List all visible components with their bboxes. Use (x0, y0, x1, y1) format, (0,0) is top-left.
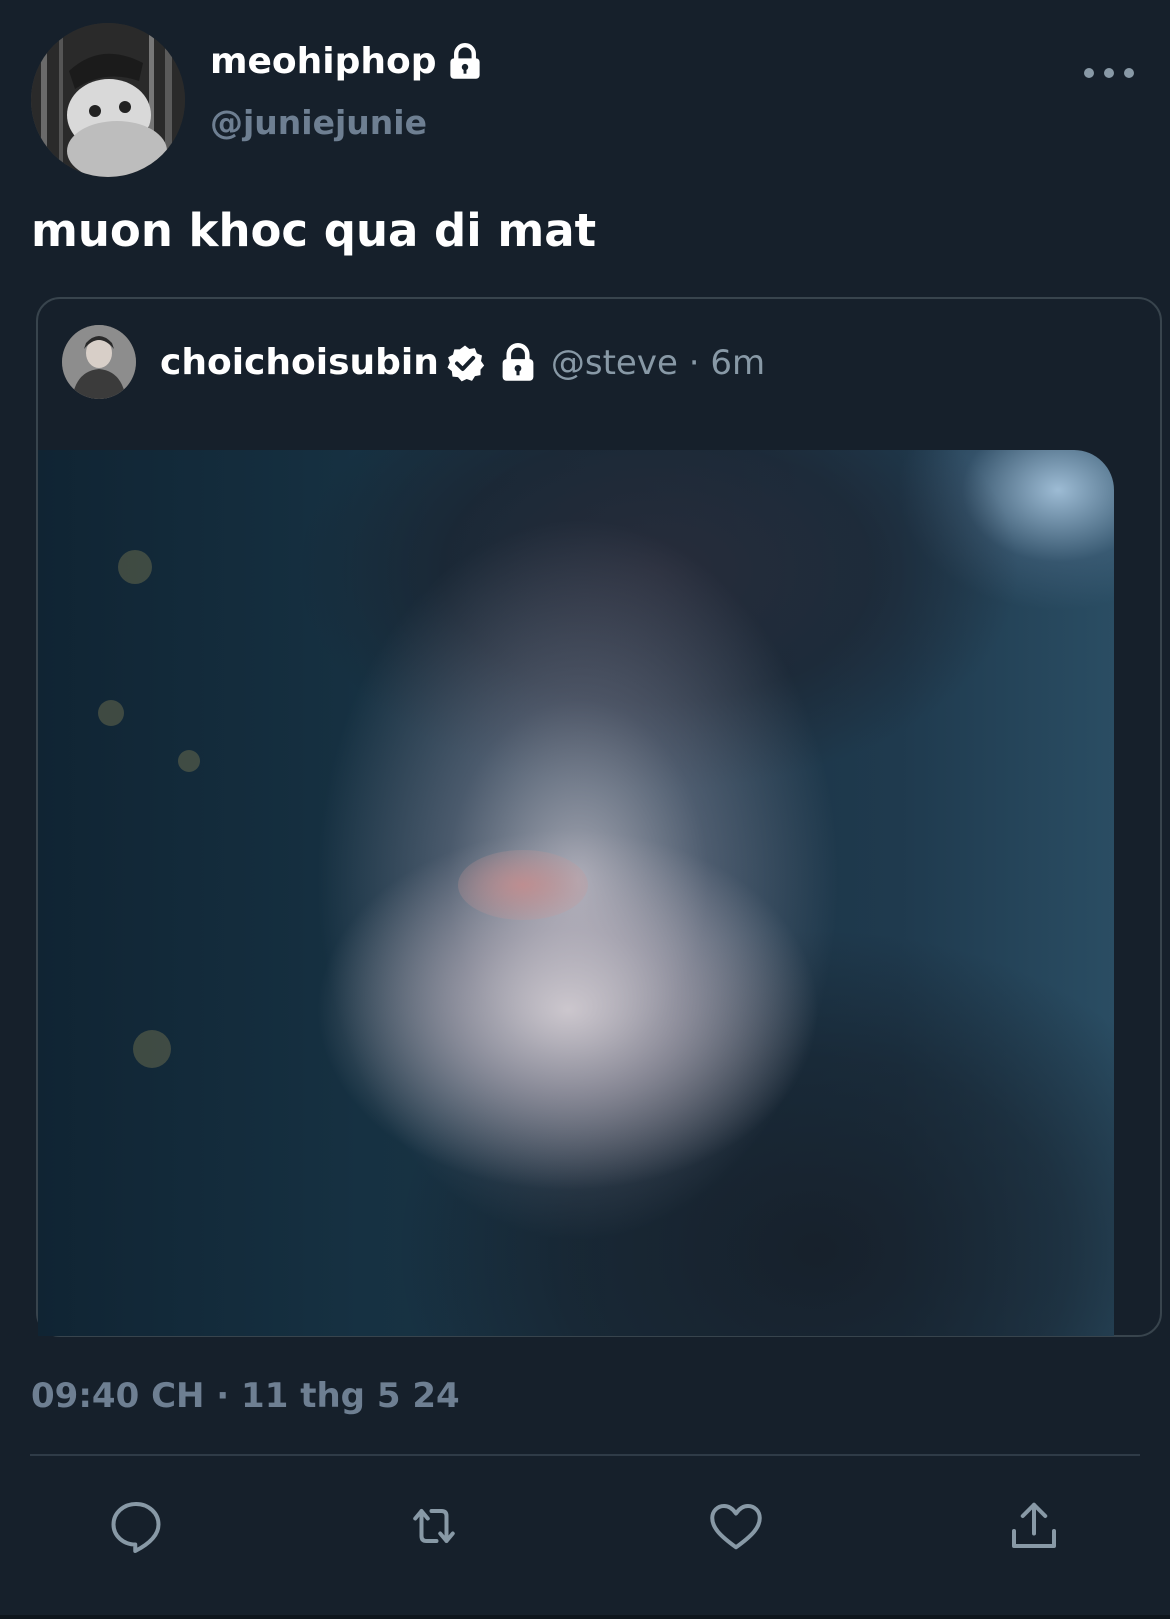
retweet-button[interactable] (404, 1496, 464, 1556)
like-icon (710, 1504, 762, 1550)
cat-avatar-image (31, 23, 185, 177)
quoted-tweet-photo[interactable] (38, 450, 1114, 1336)
reply-icon (111, 1502, 161, 1553)
quoted-author-avatar[interactable] (62, 325, 136, 399)
like-button[interactable] (706, 1496, 766, 1556)
more-options-icon[interactable] (1084, 58, 1134, 88)
verified-badge-icon (447, 345, 485, 382)
divider (30, 1454, 1140, 1456)
more-dot (1084, 68, 1094, 78)
lock-icon (502, 343, 534, 381)
tweet-timestamp[interactable]: 09:40 CH · 11 thg 5 24 (31, 1372, 460, 1420)
photo-bokeh (98, 700, 124, 726)
reply-button[interactable] (106, 1496, 166, 1556)
author-handle[interactable]: @juniejunie (210, 100, 427, 146)
quoted-author-display-name[interactable]: choichoisubin (160, 339, 439, 387)
photo-bokeh (133, 1030, 171, 1068)
author-display-name[interactable]: meohiphop (210, 38, 437, 86)
share-icon (1012, 1502, 1056, 1548)
author-avatar[interactable] (31, 23, 185, 177)
more-dot (1104, 68, 1114, 78)
photo-detail (458, 850, 588, 920)
more-dot (1124, 68, 1134, 78)
tweet-text: muon khoc qua di mat (31, 204, 597, 257)
lock-icon (449, 43, 480, 79)
photo-bokeh (178, 750, 200, 772)
quoted-tweet-meta: @steve · 6m (550, 343, 766, 383)
person-avatar-image (62, 325, 136, 399)
bottom-border (0, 1615, 1170, 1619)
author-display-name-row[interactable]: meohiphop (210, 38, 483, 86)
share-button[interactable] (1004, 1496, 1064, 1556)
photo-bokeh (118, 550, 152, 584)
retweet-icon (413, 1509, 455, 1543)
quoted-tweet-header: choichoisubin @steve · 6m (160, 338, 765, 388)
